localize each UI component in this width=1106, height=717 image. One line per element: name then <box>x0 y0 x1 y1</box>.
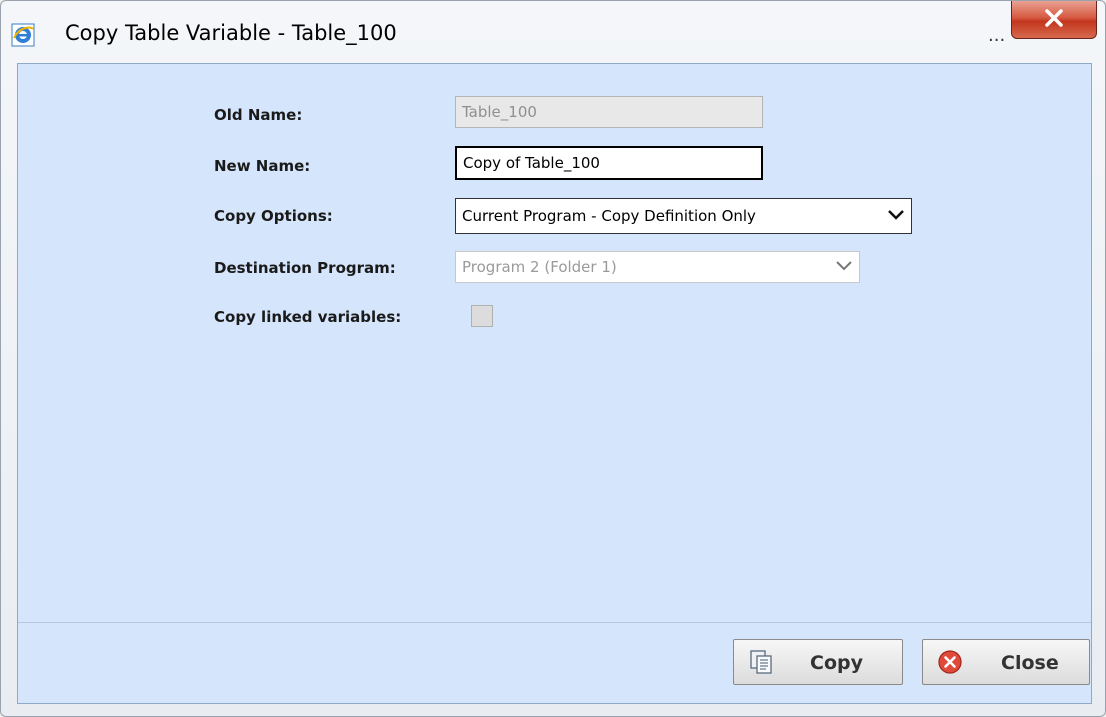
window-title: Copy Table Variable - Table_100 <box>65 21 397 45</box>
close-x-icon <box>1044 8 1064 31</box>
copy-options-select[interactable]: Current Program - Copy Definition Only <box>455 198 912 234</box>
old-name-field: Table_100 <box>455 96 763 128</box>
chevron-down-icon <box>835 258 853 276</box>
new-name-value: Copy of Table_100 <box>463 154 600 172</box>
copy-linked-variables-label: Copy linked variables: <box>214 308 402 326</box>
copy-options-value: Current Program - Copy Definition Only <box>462 207 756 225</box>
window-close-button[interactable] <box>1011 1 1097 39</box>
destination-program-select: Program 2 (Folder 1) <box>455 251 860 283</box>
close-button-label: Close <box>1001 652 1059 674</box>
close-circle-icon <box>937 649 963 675</box>
copy-button[interactable]: Copy <box>733 639 903 685</box>
close-button[interactable]: Close <box>922 639 1090 685</box>
new-name-field[interactable]: Copy of Table_100 <box>455 146 763 180</box>
copy-options-label: Copy Options: <box>214 207 333 225</box>
copy-button-label: Copy <box>810 652 863 674</box>
copy-linked-variables-checkbox[interactable] <box>471 305 493 327</box>
copy-table-variable-dialog: Copy Table Variable - Table_100 ... Old … <box>0 0 1106 717</box>
chevron-down-icon <box>887 207 905 225</box>
title-ellipsis: ... <box>988 25 1006 46</box>
old-name-value: Table_100 <box>462 103 537 121</box>
footer-divider <box>18 622 1091 623</box>
ie-icon <box>11 23 35 47</box>
old-name-label: Old Name: <box>214 106 303 124</box>
dialog-content: Old Name: Table_100 New Name: Copy of Ta… <box>17 63 1092 704</box>
copy-icon <box>748 649 774 675</box>
new-name-label: New Name: <box>214 157 311 175</box>
destination-program-label: Destination Program: <box>214 259 396 277</box>
title-bar[interactable]: Copy Table Variable - Table_100 ... <box>1 1 1105 63</box>
destination-program-value: Program 2 (Folder 1) <box>462 258 617 276</box>
